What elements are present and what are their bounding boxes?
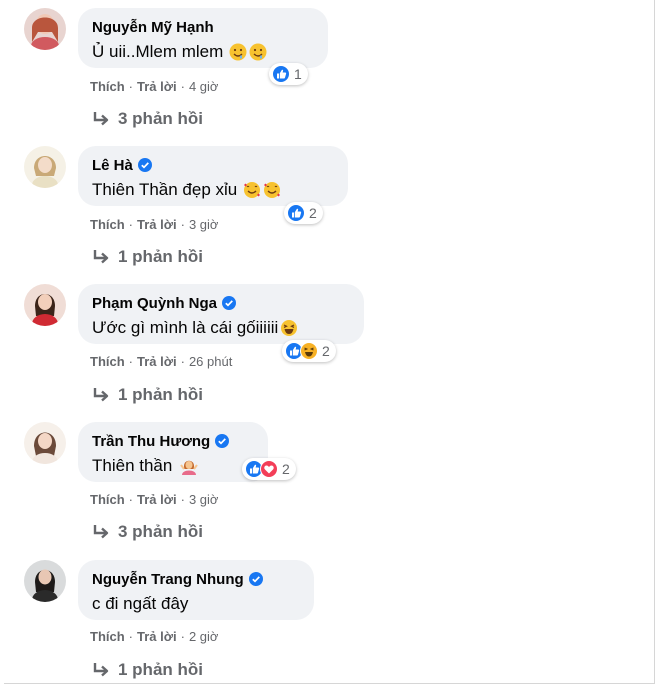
reply-arrow-icon [93, 388, 109, 402]
view-replies-link[interactable]: 3 phản hồi [92, 522, 203, 542]
separator-dot: · [128, 79, 134, 94]
reaction-count: 2 [282, 461, 290, 477]
reply-arrow-icon [93, 112, 109, 126]
person-gesturing-icon [180, 457, 199, 475]
reaction-count: 2 [322, 343, 330, 359]
reaction-summary[interactable]: 1 [269, 63, 308, 85]
separator-dot: · [128, 354, 134, 369]
comment-bubble: Nguyễn Trang Nhung c đi ngất đây [78, 560, 314, 620]
comment-bubble: Lê Hà Thiên Thần đẹp xỉu [78, 146, 348, 206]
comment-text: Ước gì mình là cái gốiiiiii [92, 318, 279, 337]
reply-button[interactable]: Trả lời [137, 492, 177, 507]
comment-time[interactable]: 26 phút [189, 354, 232, 369]
reaction-count: 1 [294, 66, 302, 82]
reaction-summary[interactable]: 2 [284, 202, 323, 224]
comment-author[interactable]: Nguyễn Trang Nhung [92, 571, 244, 588]
verified-badge-icon [248, 572, 263, 586]
laughing-face-icon [280, 319, 298, 337]
comments-panel: Nguyễn Mỹ Hạnh Ủ uii..Mlem mlem 1 Thích … [4, 0, 655, 684]
avatar[interactable] [24, 146, 66, 188]
reply-button[interactable]: Trả lời [137, 79, 177, 94]
comment-time[interactable]: 3 giờ [189, 217, 219, 232]
haha-icon [300, 342, 318, 360]
avatar[interactable] [24, 284, 66, 326]
comment-actions: Thích · Trả lời · 3 giờ [90, 492, 218, 507]
drooling-face-icon [249, 43, 267, 61]
reaction-summary[interactable]: 2 [242, 458, 296, 480]
separator-dot: · [128, 492, 134, 507]
separator-dot: · [128, 217, 134, 232]
reply-button[interactable]: Trả lời [137, 629, 177, 644]
like-button[interactable]: Thích [90, 354, 125, 369]
like-button[interactable]: Thích [90, 79, 125, 94]
smiling-face-with-hearts-icon [243, 181, 261, 199]
replies-count-label: 1 phản hồi [118, 660, 203, 679]
reply-arrow-icon [93, 663, 109, 677]
reaction-summary[interactable]: 2 [282, 340, 336, 362]
comment-author[interactable]: Phạm Quỳnh Nga [92, 295, 217, 312]
avatar[interactable] [24, 560, 66, 602]
comment-author[interactable]: Nguyễn Mỹ Hạnh [92, 19, 214, 36]
separator-dot: · [180, 79, 185, 94]
like-button[interactable]: Thích [90, 217, 125, 232]
comment-text: Thiên Thần đẹp xỉu [92, 180, 238, 199]
replies-count-label: 1 phản hồi [118, 247, 203, 266]
comment-text: Thiên thần [92, 456, 173, 475]
comment-bubble: Trần Thu Hương Thiên thần [78, 422, 268, 482]
comment-actions: Thích · Trả lời · 2 giờ [90, 629, 218, 644]
comment-actions: Thích · Trả lời · 4 giờ [90, 79, 218, 94]
comment-actions: Thích · Trả lời · 3 giờ [90, 217, 218, 232]
view-replies-link[interactable]: 1 phản hồi [92, 247, 203, 267]
separator-dot: · [180, 492, 185, 507]
comment-time[interactable]: 4 giờ [189, 79, 219, 94]
view-replies-link[interactable]: 1 phản hồi [92, 660, 203, 680]
smiling-face-with-hearts-icon [263, 181, 281, 199]
avatar[interactable] [24, 422, 66, 464]
separator-dot: · [128, 629, 134, 644]
like-icon [272, 65, 290, 83]
verified-badge-icon [215, 434, 230, 448]
comment-text: c đi ngất đây [92, 594, 189, 613]
like-icon [287, 204, 305, 222]
reaction-count: 2 [309, 205, 317, 221]
love-icon [260, 460, 278, 478]
separator-dot: · [180, 629, 185, 644]
like-button[interactable]: Thích [90, 629, 125, 644]
verified-badge-icon [137, 158, 152, 172]
reply-arrow-icon [93, 525, 109, 539]
separator-dot: · [180, 354, 185, 369]
comment-bubble: Phạm Quỳnh Nga Ước gì mình là cái gốiiii… [78, 284, 364, 344]
comment-author[interactable]: Lê Hà [92, 157, 133, 174]
drooling-face-icon [229, 43, 247, 61]
avatar[interactable] [24, 8, 66, 50]
reply-button[interactable]: Trả lời [137, 217, 177, 232]
comment-time[interactable]: 3 giờ [189, 492, 219, 507]
replies-count-label: 3 phản hồi [118, 522, 203, 541]
reply-arrow-icon [93, 250, 109, 264]
comment-author[interactable]: Trần Thu Hương [92, 433, 210, 450]
view-replies-link[interactable]: 1 phản hồi [92, 385, 203, 405]
comment-bubble: Nguyễn Mỹ Hạnh Ủ uii..Mlem mlem [78, 8, 328, 68]
replies-count-label: 3 phản hồi [118, 109, 203, 128]
separator-dot: · [180, 217, 185, 232]
verified-badge-icon [222, 296, 237, 310]
replies-count-label: 1 phản hồi [118, 385, 203, 404]
comment-time[interactable]: 2 giờ [189, 629, 219, 644]
comment-text: Ủ uii..Mlem mlem [92, 42, 224, 61]
reply-button[interactable]: Trả lời [137, 354, 177, 369]
like-button[interactable]: Thích [90, 492, 125, 507]
comment-actions: Thích · Trả lời · 26 phút [90, 354, 232, 369]
view-replies-link[interactable]: 3 phản hồi [92, 109, 203, 129]
